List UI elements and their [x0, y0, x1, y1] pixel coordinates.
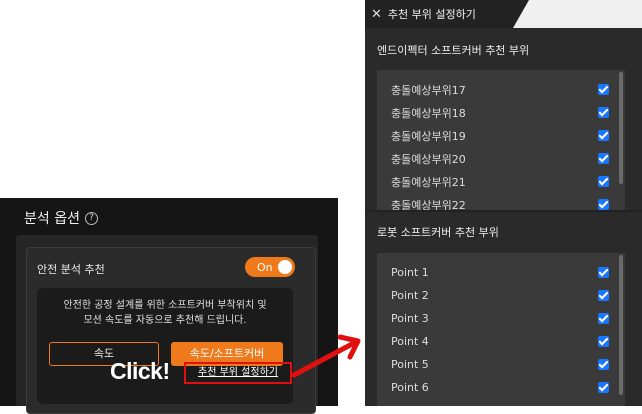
- list-item-checkbox[interactable]: [598, 359, 609, 370]
- list-item-checkbox[interactable]: [598, 290, 609, 301]
- list-item-checkbox[interactable]: [598, 84, 609, 95]
- list-item-checkbox[interactable]: [598, 267, 609, 278]
- list-item-checkbox[interactable]: [598, 176, 609, 187]
- list-item-checkbox[interactable]: [598, 130, 609, 141]
- safety-analysis-label: 안전 분석 추천: [37, 263, 105, 276]
- panel-header: ✕ 추천 부위 설정하기: [365, 0, 642, 28]
- panel-tab-title: 추천 부위 설정하기: [387, 8, 476, 21]
- list-item: 충돌예상부위19: [391, 124, 609, 147]
- list-item-checkbox[interactable]: [598, 199, 609, 210]
- list-item: Point 5: [391, 353, 609, 376]
- list-item: 충돌예상부위18: [391, 101, 609, 124]
- description-line-2: 모션 속도를 자동으로 추천해 드립니다.: [83, 315, 247, 326]
- list-item-label: 충돌예상부위19: [391, 129, 466, 143]
- list-item-label: 충돌예상부위21: [391, 175, 466, 189]
- click-annotation: Click!: [110, 358, 170, 384]
- question-circle-icon[interactable]: ?: [84, 211, 98, 225]
- endeffector-list[interactable]: 충돌예상부위17 충돌예상부위18 충돌예상부위19 충돌예상부위20 충돌예상…: [377, 70, 625, 210]
- list-item-checkbox[interactable]: [598, 382, 609, 393]
- list-item-label: Point 1: [391, 266, 429, 279]
- list-item-label: Point 6: [391, 381, 429, 394]
- recommendation-description-box: 안전한 공정 설계를 위한 소프트커버 부착위치 및 모션 속도를 자동으로 추…: [37, 288, 293, 404]
- endeffector-section-title: 엔드이펙터 소프트커버 추천 부위: [377, 44, 530, 57]
- list-item-label: Point 5: [391, 358, 429, 371]
- list-item: Point 4: [391, 330, 609, 353]
- list-item-checkbox[interactable]: [598, 313, 609, 324]
- safety-analysis-toggle[interactable]: On: [245, 257, 295, 277]
- close-icon[interactable]: ✕: [371, 7, 382, 22]
- scrollbar[interactable]: [619, 255, 623, 395]
- list-item-checkbox[interactable]: [598, 107, 609, 118]
- list-item: Point 6: [391, 376, 609, 399]
- list-item-label: Point 3: [391, 312, 429, 325]
- list-item-checkbox[interactable]: [598, 153, 609, 164]
- recommend-area-settings-link[interactable]: 추천 부위 설정하기: [184, 362, 292, 384]
- list-item: Point 3: [391, 307, 609, 330]
- recommend-area-settings-panel: ✕ 추천 부위 설정하기 엔드이펙터 소프트커버 추천 부위 충돌예상부위17 …: [365, 0, 642, 406]
- list-item: Point 2: [391, 284, 609, 307]
- tab-slant: [513, 0, 529, 28]
- safety-analysis-card: 안전 분석 추천 On 안전한 공정 설계를 위한 소프트커버 부착위치 및 모…: [26, 247, 316, 414]
- description-line-1: 안전한 공정 설계를 위한 소프트커버 부착위치 및: [63, 300, 267, 311]
- analysis-options-label: 분석 옵션: [24, 211, 80, 227]
- toggle-state-label: On: [257, 260, 273, 274]
- list-item-label: Point 2: [391, 289, 429, 302]
- list-item: 충돌예상부위22: [391, 193, 609, 210]
- list-item: 충돌예상부위21: [391, 170, 609, 193]
- list-item: Point 1: [391, 261, 609, 284]
- list-item-label: Point 4: [391, 335, 429, 348]
- list-item: 충돌예상부위17: [391, 78, 609, 101]
- list-item-label: 충돌예상부위20: [391, 152, 466, 166]
- analysis-options-title: 분석 옵션 ?: [24, 208, 98, 228]
- list-item: 충돌예상부위20: [391, 147, 609, 170]
- toggle-knob: [278, 260, 292, 274]
- list-item-checkbox[interactable]: [598, 336, 609, 347]
- panel-tab: ✕ 추천 부위 설정하기: [365, 0, 513, 28]
- list-item-label: 충돌예상부위18: [391, 106, 466, 120]
- list-item-label: 충돌예상부위17: [391, 83, 466, 97]
- red-arrow-icon: [291, 334, 361, 378]
- recommendation-description: 안전한 공정 설계를 위한 소프트커버 부착위치 및 모션 속도를 자동으로 추…: [37, 298, 293, 328]
- scrollbar[interactable]: [619, 72, 623, 184]
- list-item-label: 충돌예상부위22: [391, 198, 466, 211]
- robot-section-title: 로봇 소프트커버 추천 부위: [377, 226, 499, 239]
- section-divider: [365, 210, 642, 212]
- robot-list[interactable]: Point 1 Point 2 Point 3 Point 4 Point 5 …: [377, 253, 625, 406]
